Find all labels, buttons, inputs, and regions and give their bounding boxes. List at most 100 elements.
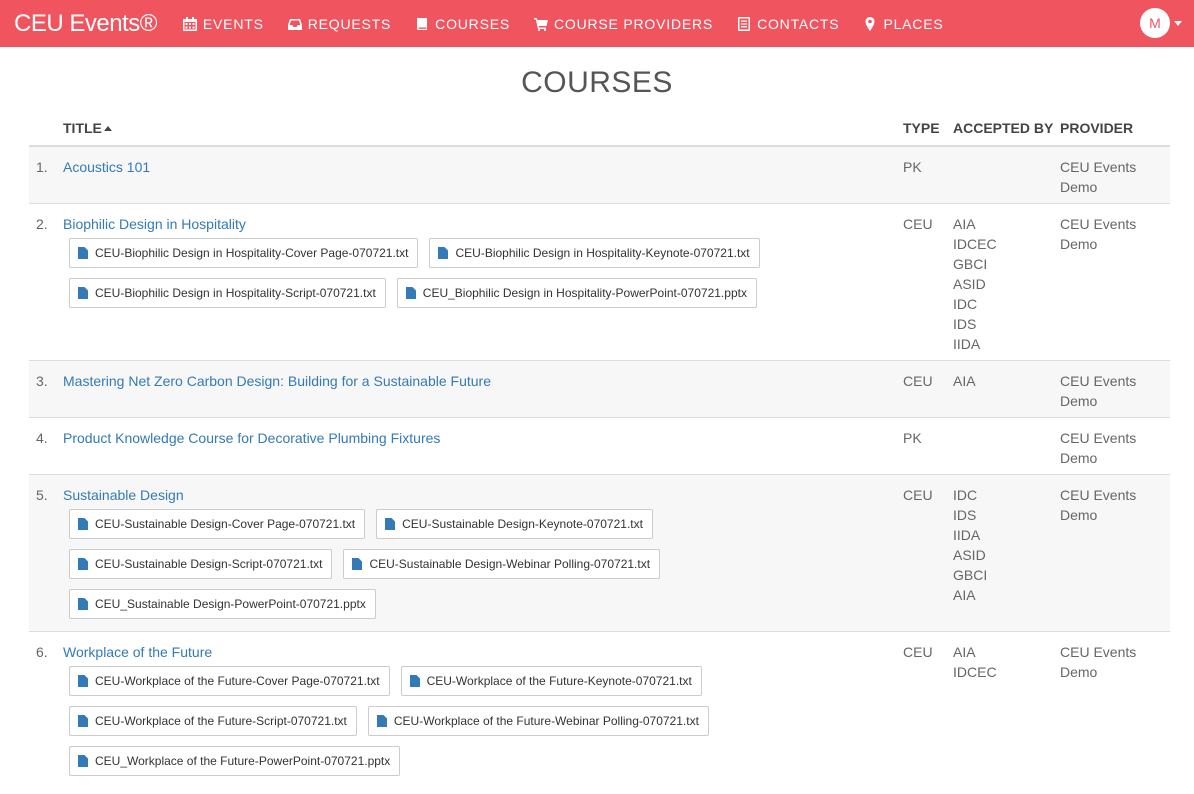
provider-line: CEU Events [1060,644,1137,660]
course-accepted-by: IDC IDS IIDA ASID GBCI AIA [953,485,987,605]
table-row: 3. Mastering Net Zero Carbon Design: Bui… [29,361,1170,418]
course-title-link[interactable]: Workplace of the Future [63,642,212,662]
course-title-link[interactable]: Biophilic Design in Hospitality [63,214,246,234]
course-provider: CEU Events Demo [1060,642,1160,682]
course-title-link[interactable]: Product Knowledge Course for Decorative … [63,428,440,448]
file-name: CEU-Workplace of the Future-Cover Page-0… [95,674,380,688]
file-attachment-button[interactable]: CEU-Workplace of the Future-Script-07072… [69,706,357,736]
file-attachment-button[interactable]: CEU-Sustainable Design-Script-070721.txt [69,549,333,579]
chevron-down-icon[interactable] [1174,20,1182,26]
file-icon [376,715,387,727]
file-icon [385,518,396,530]
nav-courses-label: COURSES [435,15,510,32]
accreditor: IDC [953,487,978,503]
row-number: 5. [36,487,48,503]
avatar[interactable]: M [1140,8,1170,38]
row-number: 1. [36,159,48,175]
nav-places-label: PLACES [883,15,944,32]
file-name: CEU-Sustainable Design-Webinar Polling-0… [369,557,651,571]
nav-courses[interactable]: COURSES [403,0,522,47]
courses-table: TITLE TYPE ACCEPTED BY PROVIDER 1. Acous… [29,112,1170,782]
course-type: CEU [903,373,933,389]
nav-events-label: EVENTS [202,15,264,32]
course-provider: CEU Events Demo [1060,485,1160,525]
top-navbar: CEU Events® EVENTS REQUESTS COURSES COUR… [0,0,1194,47]
table-row: 6. Workplace of the Future CEU AIA IDCEC… [29,632,1170,782]
file-attachment-button[interactable]: CEU_Sustainable Design-PowerPoint-070721… [69,589,376,619]
file-name: CEU-Sustainable Design-Script-070721.txt [95,557,323,571]
file-icon [78,755,88,767]
course-provider: CEU Events Demo [1060,157,1160,197]
file-attachment-button[interactable]: CEU-Workplace of the Future-Cover Page-0… [69,666,390,696]
provider-line: CEU Events [1060,159,1137,175]
file-attachment-button[interactable]: CEU-Biophilic Design in Hospitality-Scri… [69,278,386,308]
table-row: 4. Product Knowledge Course for Decorati… [29,418,1170,475]
file-icon [78,675,88,687]
provider-line: Demo [1060,664,1098,680]
file-attachment-button[interactable]: CEU-Workplace of the Future-Webinar Poll… [367,706,709,736]
file-attachment-button[interactable]: CEU-Workplace of the Future-Keynote-0707… [400,666,702,696]
column-header-accepted-by[interactable]: ACCEPTED BY [953,120,1053,136]
row-number: 2. [36,216,48,232]
course-provider: CEU Events Demo [1060,214,1160,254]
course-provider: CEU Events Demo [1060,371,1160,411]
accreditor: ASID [953,276,986,292]
address-book-icon [738,16,751,31]
file-list: CEU-Sustainable Design-Cover Page-070721… [69,509,869,629]
accreditor: AIA [953,587,976,603]
provider-line: Demo [1060,236,1098,252]
accreditor: AIA [953,644,976,660]
accreditor: AIA [953,373,976,389]
file-attachment-button[interactable]: CEU-Biophilic Design in Hospitality-Cove… [69,238,419,268]
file-name: CEU-Workplace of the Future-Keynote-0707… [426,674,692,688]
accreditor: IDC [953,296,978,312]
accreditor: IDS [953,507,977,523]
file-name: CEU-Sustainable Design-Cover Page-070721… [95,517,356,531]
accreditor: IDCEC [953,664,997,680]
file-icon [409,675,420,687]
column-header-provider[interactable]: PROVIDER [1060,120,1133,136]
accreditor: IDCEC [953,236,997,252]
user-menu[interactable]: M [1140,8,1182,38]
provider-line: CEU Events [1060,430,1137,446]
file-name: CEU-Biophilic Design in Hospitality-Keyn… [455,246,750,260]
sort-asc-icon [103,126,112,131]
file-icon [78,247,88,259]
accreditor: IIDA [953,336,981,352]
column-header-title[interactable]: TITLE [63,120,112,136]
nav-course-providers[interactable]: COURSE PROVIDERS [522,0,725,47]
provider-line: Demo [1060,393,1098,409]
course-title-link[interactable]: Acoustics 101 [63,157,150,177]
course-type: CEU [903,216,933,232]
row-number: 4. [36,430,48,446]
nav-places[interactable]: PLACES [851,0,955,47]
book-icon [417,17,428,30]
file-icon [78,518,88,530]
file-icon [405,287,416,299]
table-header: TITLE TYPE ACCEPTED BY PROVIDER [29,112,1170,147]
file-name: CEU-Biophilic Design in Hospitality-Scri… [95,286,376,300]
row-number: 3. [36,373,48,389]
nav-requests-label: REQUESTS [307,15,392,32]
file-attachment-button[interactable]: CEU-Sustainable Design-Keynote-070721.tx… [376,509,653,539]
accreditor: IIDA [953,527,981,543]
nav-contacts[interactable]: CONTACTS [725,0,851,47]
file-attachment-button[interactable]: CEU-Sustainable Design-Cover Page-070721… [69,509,366,539]
accreditor: AIA [953,216,976,232]
calendar-icon [182,16,197,31]
file-attachment-button[interactable]: CEU-Sustainable Design-Webinar Polling-0… [343,549,661,579]
column-header-type[interactable]: TYPE [903,120,940,136]
file-attachment-button[interactable]: CEU-Biophilic Design in Hospitality-Keyn… [429,238,760,268]
nav-requests[interactable]: REQUESTS [276,0,403,47]
course-provider: CEU Events Demo [1060,428,1160,468]
file-attachment-button[interactable]: CEU_Biophilic Design in Hospitality-Powe… [396,278,757,308]
file-name: CEU-Workplace of the Future-Webinar Poll… [393,714,699,728]
nav-events[interactable]: EVENTS [171,0,276,47]
course-accepted-by: AIA [953,371,976,391]
file-attachment-button[interactable]: CEU_Workplace of the Future-PowerPoint-0… [69,746,401,776]
row-number: 6. [36,644,48,660]
course-title-link[interactable]: Sustainable Design [63,485,184,505]
course-type: CEU [903,644,933,660]
brand-logo[interactable]: CEU Events® [14,10,157,38]
course-title-link[interactable]: Mastering Net Zero Carbon Design: Buildi… [63,371,491,391]
